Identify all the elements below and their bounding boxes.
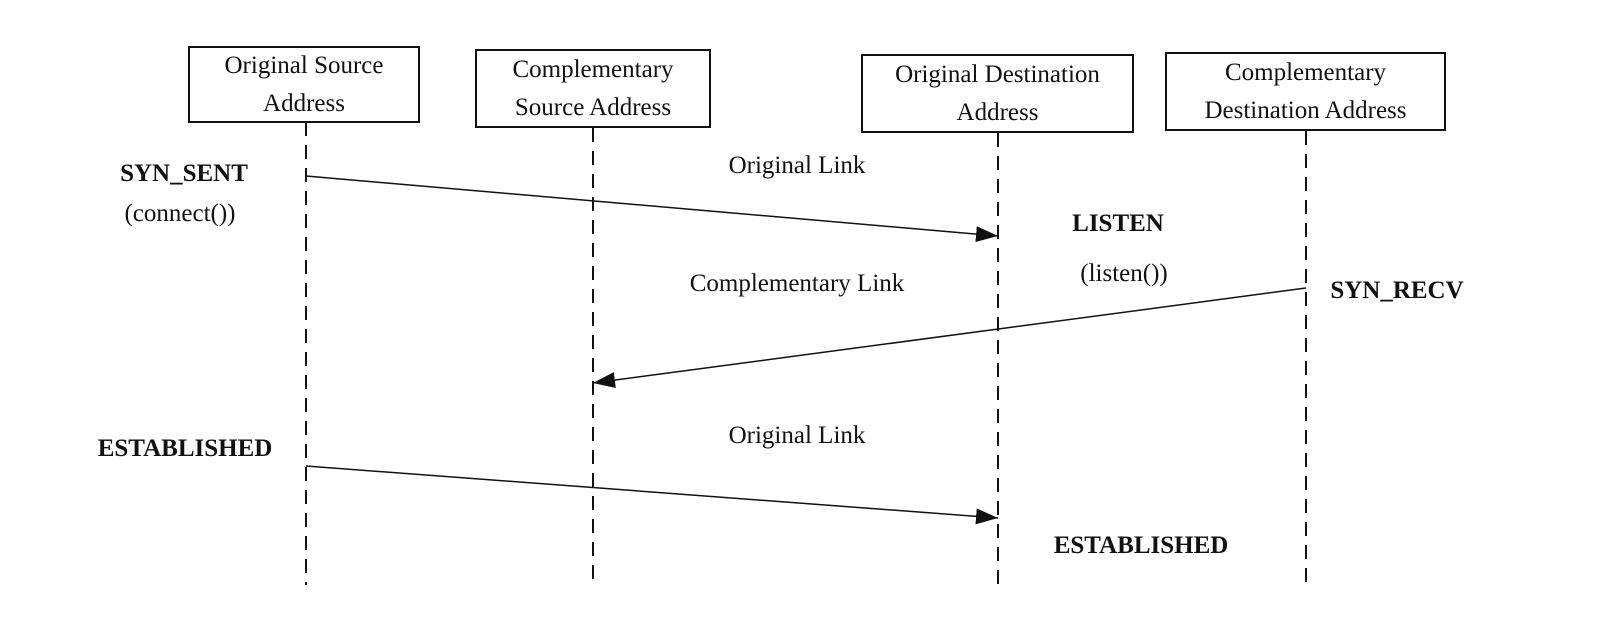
message-arrow-1 <box>305 175 999 243</box>
message-arrow-2 <box>592 287 1307 389</box>
participant-label: Original Destination <box>895 60 1100 88</box>
state-established-destination: ESTABLISHED <box>1053 532 1229 559</box>
message-arrow-3 <box>305 465 999 525</box>
participant-label: Destination Address <box>1204 96 1407 124</box>
participant-complementary-destination: Complementary Destination Address <box>1165 52 1446 131</box>
participant-original-source: Original Source Address <box>188 46 420 123</box>
state-listen: LISTEN <box>1072 210 1164 237</box>
participant-complementary-source: Complementary Source Address <box>475 49 711 128</box>
participant-label: Source Address <box>514 93 672 121</box>
state-connect-call: (connect()) <box>124 200 236 227</box>
participant-label: Complementary <box>512 55 674 83</box>
state-syn-sent: SYN_SENT <box>120 160 248 187</box>
participant-label: Original Source <box>224 51 384 79</box>
sequence-diagram: Original Source Address Complementary So… <box>0 0 1600 640</box>
message-label-1: Original Link <box>728 152 866 179</box>
state-syn-recv: SYN_RECV <box>1330 277 1464 304</box>
state-established-source: ESTABLISHED <box>97 435 273 462</box>
participant-label: Address <box>956 98 1039 126</box>
message-label-2: Complementary Link <box>689 270 905 297</box>
participant-label: Complementary <box>1224 58 1387 86</box>
participant-label: Address <box>263 89 345 117</box>
state-listen-call: (listen()) <box>1080 260 1168 287</box>
message-label-3: Original Link <box>728 422 866 449</box>
participant-original-destination: Original Destination Address <box>861 54 1134 133</box>
